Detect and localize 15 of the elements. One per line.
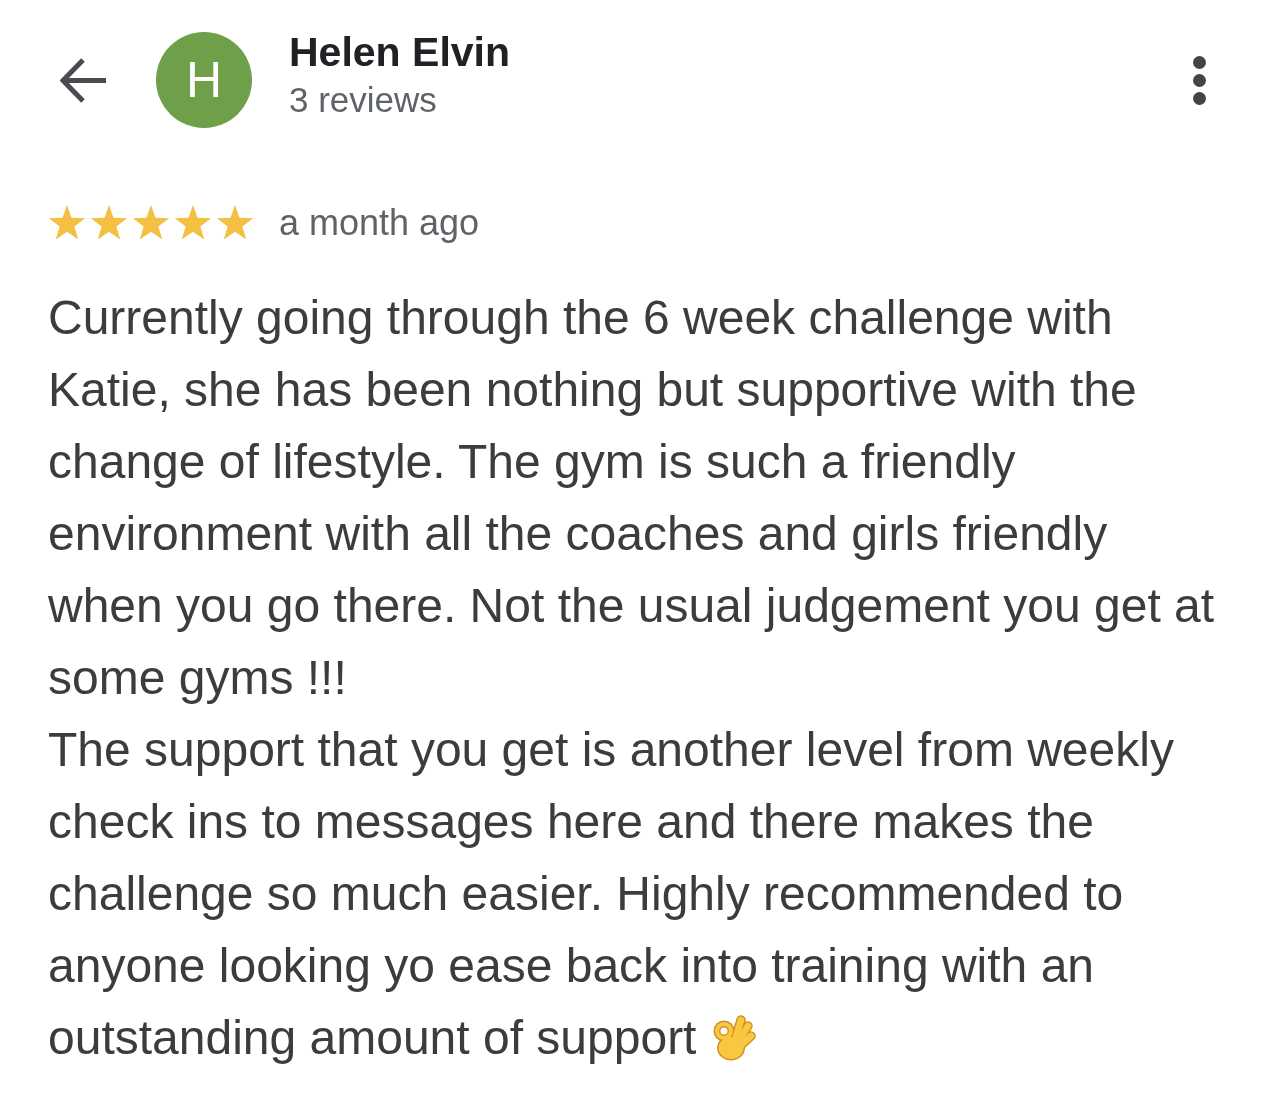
more-options-button[interactable] [1193, 55, 1206, 105]
star-icon [48, 205, 86, 241]
avatar: H [156, 32, 252, 128]
back-arrow-icon [60, 56, 108, 104]
review-text: outstanding amount of support [48, 1010, 697, 1066]
star-icon [216, 205, 254, 241]
back-button[interactable] [60, 56, 108, 104]
star-icon [90, 205, 128, 241]
review-count: 3 reviews [289, 79, 438, 121]
review-text: Currently going through the 6 week challenge with Katie, she has been nothing but supportive with the change of lifestyle. The gym is such a friendly environment with all the coaches and girls friendly when you go there. Not the usual judgement you get at some gyms !!! [48, 291, 1215, 704]
star-icon [174, 205, 212, 241]
star-icon [132, 205, 170, 241]
reviewer-name: Helen Elvin [289, 28, 510, 76]
review-time: a month ago [279, 203, 480, 243]
more-icon [1193, 55, 1206, 105]
